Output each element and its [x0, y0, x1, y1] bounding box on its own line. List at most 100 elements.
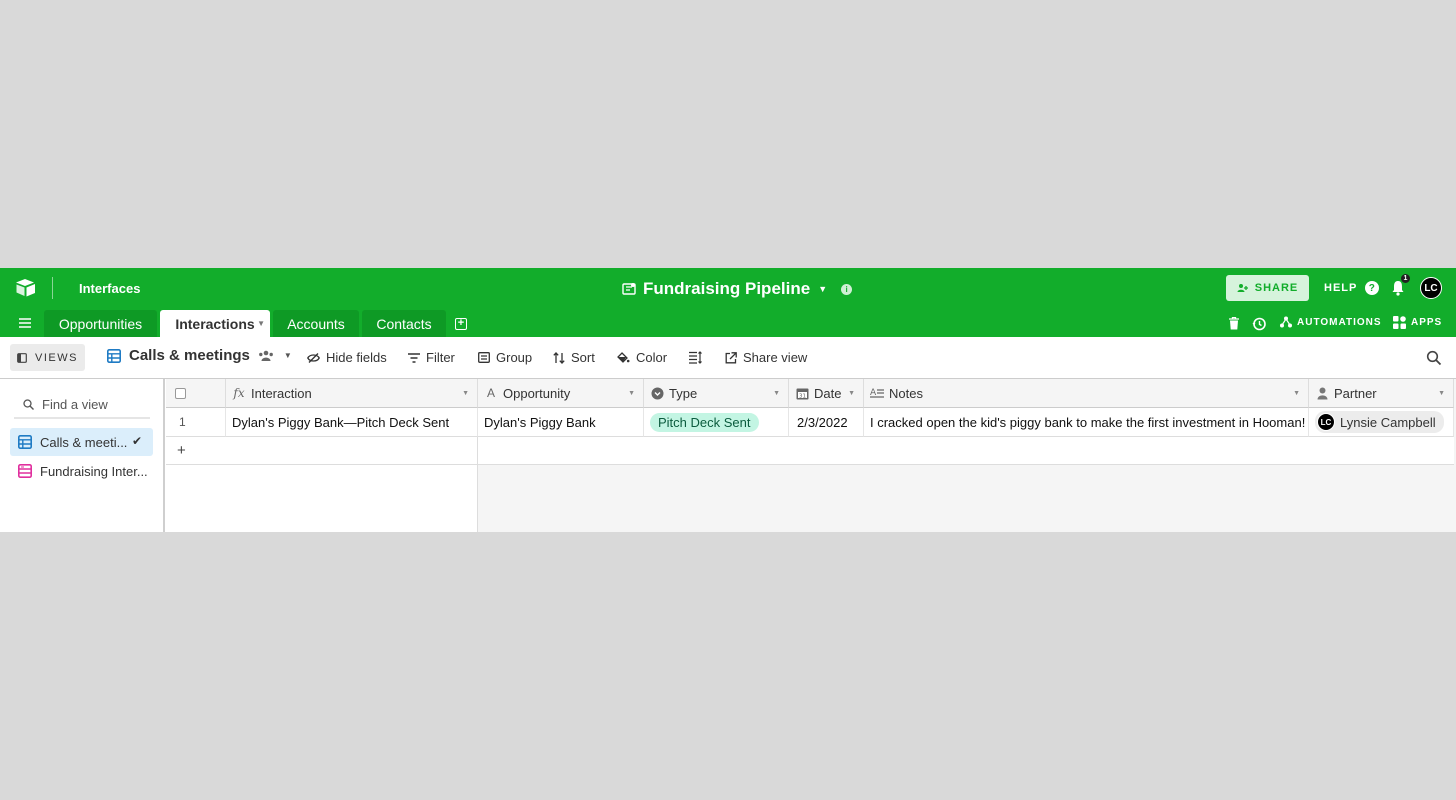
user-field-icon — [1315, 386, 1329, 400]
records-grid: fx Interaction ▼ A Opportunity ▼ Type ▼ … — [166, 379, 1456, 532]
external-link-icon — [725, 351, 737, 363]
grid-view-icon — [18, 435, 32, 449]
select-all-header — [166, 379, 226, 408]
column-label: Opportunity — [503, 385, 571, 401]
share-label: SHARE — [1254, 282, 1299, 294]
form-view-icon — [18, 464, 32, 478]
select-all-checkbox[interactable] — [175, 387, 186, 399]
history-icon[interactable] — [1252, 317, 1266, 331]
sort-icon — [553, 351, 565, 364]
cell-partner[interactable]: LC Lynsie Campbell — [1309, 408, 1454, 437]
cell-date[interactable]: 2/3/2022 — [789, 408, 864, 437]
cell-opportunity[interactable]: Dylan's Piggy Bank — [478, 408, 644, 437]
cell-interaction[interactable]: Dylan's Piggy Bank—Pitch Deck Sent — [226, 408, 478, 437]
share-view-label: Share view — [743, 350, 808, 365]
airtable-app: Interfaces Fundraising Pipeline ▼ i SHAR… — [0, 268, 1456, 532]
add-row-button[interactable]: + — [166, 437, 478, 465]
column-header-type[interactable]: Type ▼ — [644, 379, 789, 408]
chevron-down-icon[interactable]: ▼ — [1438, 390, 1445, 397]
column-header-notes[interactable]: A Notes ▼ — [864, 379, 1309, 408]
row-height-icon[interactable] — [689, 351, 702, 364]
user-avatar[interactable]: LC — [1420, 277, 1442, 299]
find-view-input[interactable]: Find a view — [14, 391, 150, 419]
tab-label: Contacts — [376, 315, 432, 332]
tab-label: Interactions — [175, 315, 255, 332]
help-icon: ? — [1365, 281, 1380, 295]
chevron-down-icon[interactable]: ▼ — [818, 284, 827, 294]
column-header-date[interactable]: 31 Date ▼ — [789, 379, 864, 408]
group-button[interactable]: Group — [478, 350, 532, 365]
search-icon[interactable] — [1426, 350, 1442, 366]
trash-icon[interactable] — [1229, 317, 1239, 330]
cell-type[interactable]: Pitch Deck Sent — [644, 408, 789, 437]
chevron-down-icon[interactable]: ▼ — [628, 390, 635, 397]
sidebar-view-label: Fundraising Inter... — [40, 463, 148, 479]
tab-label: Accounts — [287, 315, 345, 332]
partner-avatar: LC — [1317, 413, 1335, 431]
automations-icon — [1280, 316, 1292, 328]
chevron-down-icon[interactable]: ▼ — [257, 319, 265, 328]
eye-slash-icon — [307, 352, 320, 363]
sidebar-view-calls-meetings[interactable]: Calls & meeti... ✔ — [10, 428, 153, 456]
filter-button[interactable]: Filter — [408, 350, 455, 365]
text-field-icon: A — [486, 386, 495, 400]
column-header-partner[interactable]: Partner ▼ — [1309, 379, 1454, 408]
tab-opportunities[interactable]: Opportunities — [44, 310, 157, 337]
tab-interactions[interactable]: Interactions ▼ — [160, 310, 270, 337]
collaborative-view-icon — [258, 350, 273, 361]
color-button[interactable]: Color — [617, 350, 667, 365]
tab-label: Opportunities — [58, 315, 143, 332]
partner-name: Lynsie Campbell — [1340, 414, 1436, 430]
column-header-interaction[interactable]: fx Interaction ▼ — [226, 379, 478, 408]
sort-label: Sort — [571, 350, 595, 365]
chevron-down-icon[interactable]: ▼ — [1293, 390, 1300, 397]
current-view-selector[interactable]: Calls & meetings ▼ — [107, 347, 292, 364]
group-label: Group — [496, 350, 533, 365]
hide-fields-label: Hide fields — [326, 350, 387, 365]
column-label: Date — [814, 385, 842, 401]
sidebar-view-label: Calls & meeti... — [40, 434, 128, 450]
sidebar-view-fundraising-interactions[interactable]: Fundraising Inter... — [10, 457, 153, 485]
filter-label: Filter — [426, 350, 455, 365]
interfaces-link[interactable]: Interfaces — [79, 281, 140, 296]
info-icon[interactable]: i — [841, 283, 853, 295]
airtable-logo-icon[interactable] — [14, 278, 38, 298]
formula-field-icon: fx — [233, 386, 245, 400]
find-view-placeholder: Find a view — [42, 396, 108, 412]
chevron-down-icon[interactable]: ▼ — [462, 390, 469, 397]
help-button[interactable]: HELP ? — [1324, 281, 1380, 295]
type-pill: Pitch Deck Sent — [650, 412, 759, 432]
views-toggle-button[interactable]: VIEWS — [10, 344, 85, 371]
table-tabs-bar: Opportunities Interactions ▼ Accounts Co… — [0, 310, 1456, 337]
svg-text:31: 31 — [799, 393, 806, 399]
share-people-icon — [1237, 284, 1248, 292]
share-button[interactable]: SHARE — [1226, 275, 1309, 301]
tab-contacts[interactable]: Contacts — [362, 310, 446, 337]
chevron-down-icon[interactable]: ▼ — [284, 351, 292, 360]
automations-label: AUTOMATIONS — [1297, 316, 1382, 328]
column-label: Interaction — [251, 385, 312, 401]
chevron-down-icon[interactable]: ▼ — [773, 390, 780, 397]
apps-button[interactable]: APPS — [1393, 316, 1442, 329]
add-row-extension[interactable] — [478, 437, 1454, 465]
share-view-button[interactable]: Share view — [725, 350, 807, 365]
help-label: HELP — [1324, 282, 1358, 294]
column-header-opportunity[interactable]: A Opportunity ▼ — [478, 379, 644, 408]
row-number[interactable]: 1 — [166, 408, 226, 437]
apps-icon — [1393, 316, 1406, 329]
long-text-icon: A — [870, 386, 884, 400]
hamburger-menu-icon[interactable] — [19, 318, 31, 328]
hide-fields-button[interactable]: Hide fields — [307, 350, 387, 365]
sort-button[interactable]: Sort — [553, 350, 595, 365]
cell-notes[interactable]: I cracked open the kid's piggy bank to m… — [864, 408, 1309, 437]
base-title[interactable]: Fundraising Pipeline ▼ i — [622, 277, 853, 301]
automations-button[interactable]: AUTOMATIONS — [1280, 316, 1382, 328]
column-label: Type — [669, 385, 698, 401]
sidebar-toggle-icon — [17, 352, 27, 363]
base-name: Fundraising Pipeline — [643, 279, 811, 298]
tab-accounts[interactable]: Accounts — [273, 310, 359, 337]
chevron-down-icon[interactable]: ▼ — [848, 390, 855, 397]
add-table-icon[interactable]: + — [455, 318, 467, 330]
column-label: Partner — [1334, 385, 1377, 401]
grid-view-icon — [107, 348, 121, 363]
